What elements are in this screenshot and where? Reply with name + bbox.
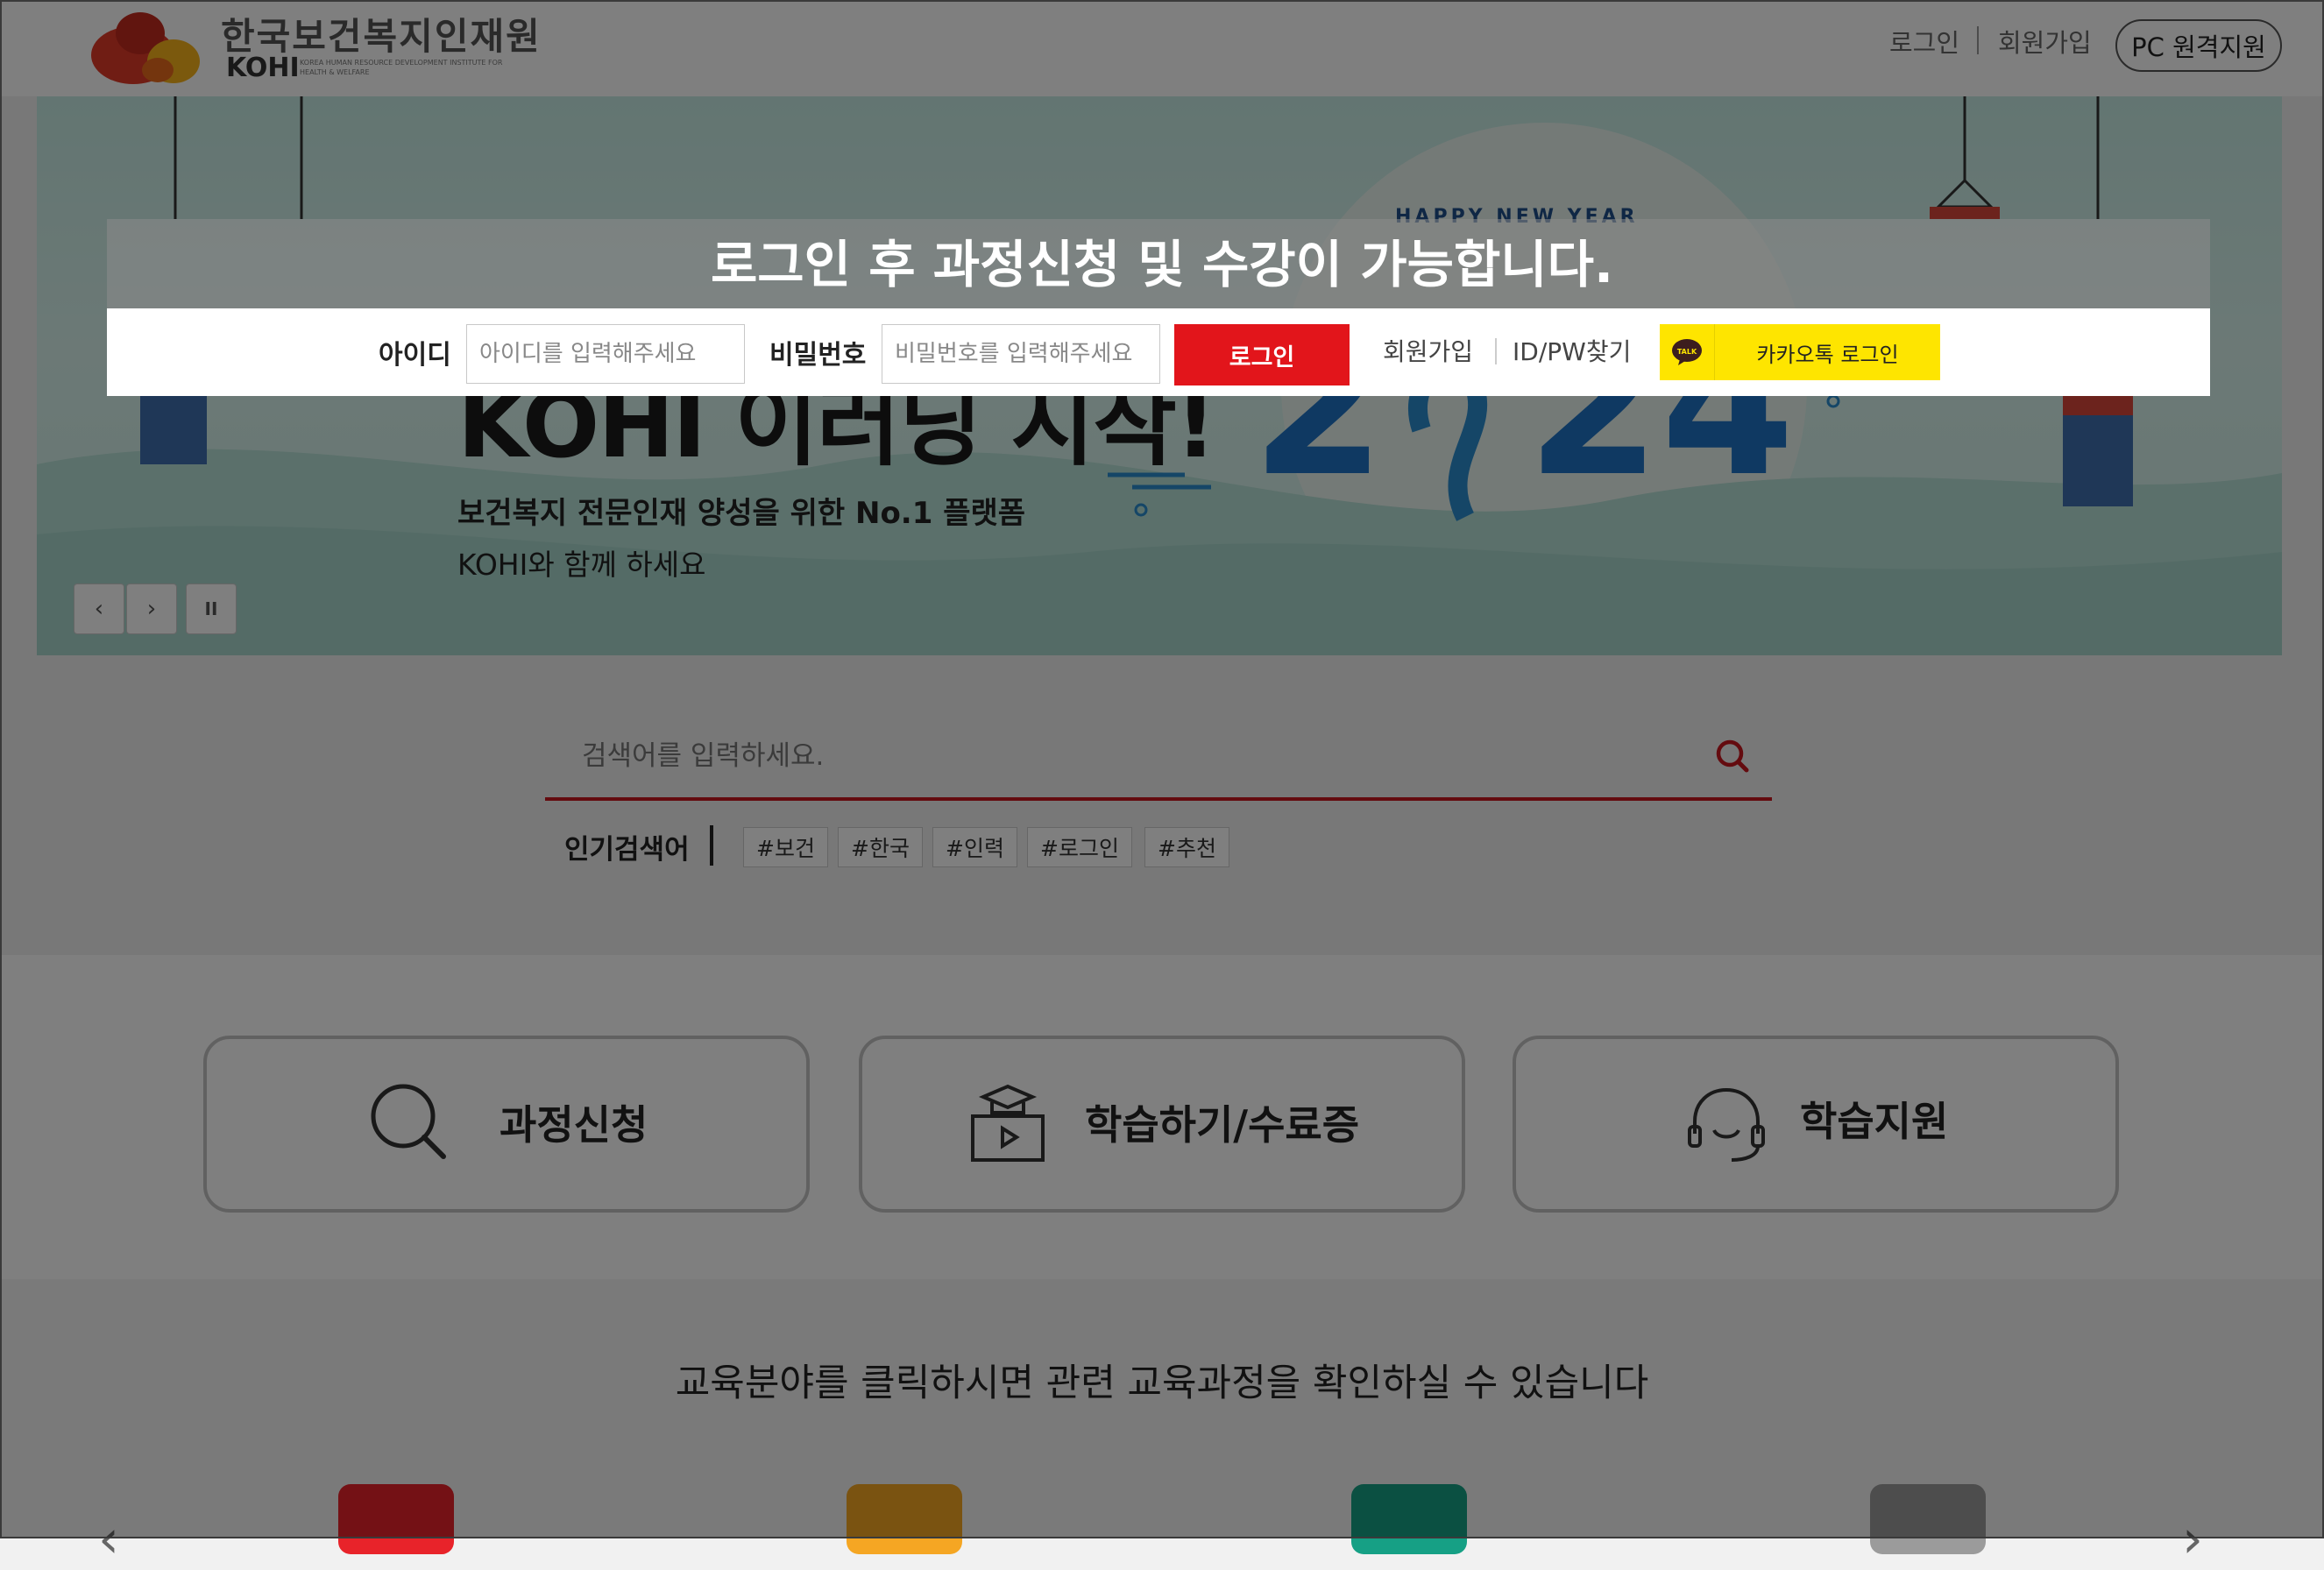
- login-notice: 로그인 후 과정신청 및 수강이 가능합니다.: [710, 235, 1614, 294]
- kakao-talk-icon: TALK: [1660, 324, 1715, 380]
- password-label: 비밀번호: [769, 340, 867, 371]
- join-link[interactable]: 회원가입: [1383, 333, 1473, 368]
- password-input[interactable]: [882, 324, 1160, 384]
- kakao-login-button[interactable]: TALK 카카오톡 로그인: [1660, 324, 1940, 380]
- login-button[interactable]: 로그인: [1174, 324, 1350, 385]
- id-label: 아이디: [379, 340, 451, 371]
- find-id-pw-link[interactable]: ID/PW찾기: [1513, 333, 1631, 368]
- kakao-login-label: 카카오톡 로그인: [1756, 342, 1899, 367]
- login-link-divider: [1495, 338, 1497, 364]
- login-bar: 아이디 비밀번호 로그인 회원가입 ID/PW찾기 TALK 카카오톡 로그인: [107, 308, 2210, 396]
- kakao-icon-text: TALK: [1677, 348, 1697, 356]
- id-input[interactable]: [466, 324, 745, 384]
